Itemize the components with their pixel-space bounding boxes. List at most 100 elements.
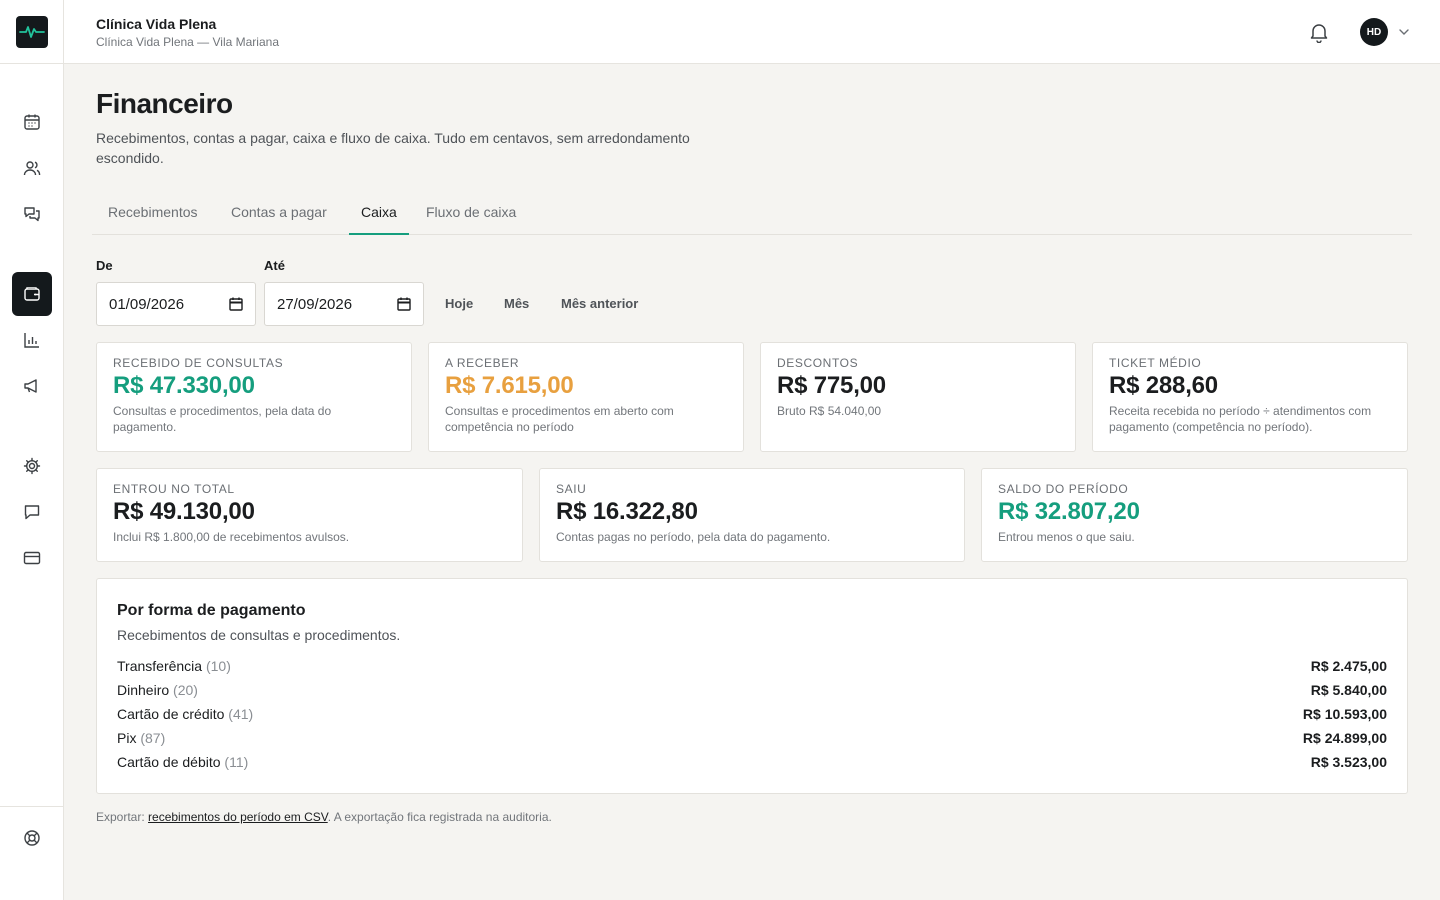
bell-icon[interactable] xyxy=(1308,21,1330,43)
calendar-picker-icon[interactable] xyxy=(229,297,243,311)
list-item: Transferência (10) R$ 2.475,00 xyxy=(117,658,1387,680)
payment-method-name: Cartão de crédito xyxy=(117,706,225,722)
users-icon xyxy=(23,161,41,176)
kpi-label: Recebido de consultas xyxy=(113,356,284,370)
logo[interactable] xyxy=(16,16,48,48)
kpi-value: R$ 32.807,20 xyxy=(998,498,1140,525)
quick-previous-month-button[interactable]: Mês anterior xyxy=(561,296,638,311)
kpi-label: Descontos xyxy=(777,356,859,370)
nav-settings[interactable] xyxy=(12,446,52,486)
payment-method-name: Pix xyxy=(117,730,137,746)
avatar[interactable]: HD xyxy=(1360,18,1388,46)
calendar-picker-icon[interactable] xyxy=(397,297,411,311)
payment-method-count: (87) xyxy=(140,730,166,746)
sidebar-divider-bottom xyxy=(0,806,64,807)
sidebar xyxy=(0,0,64,900)
payment-method-count: (11) xyxy=(224,754,249,770)
kpi-value: R$ 775,00 xyxy=(777,372,886,399)
wallet-icon xyxy=(24,287,40,301)
kpi-value: R$ 7.615,00 xyxy=(445,372,574,399)
clinic-name: Clínica Vida Plena xyxy=(96,16,217,32)
kpi-value: R$ 16.322,80 xyxy=(556,498,698,525)
payment-method-count: (41) xyxy=(228,706,254,722)
chat-bubbles-icon xyxy=(24,207,40,222)
sidebar-divider xyxy=(0,63,64,64)
kpi-card-descontos: Descontos R$ 775,00 Bruto R$ 54.040,00 xyxy=(760,342,1076,452)
kpi-card-saiu: Saiu R$ 16.322,80 Contas pagas no períod… xyxy=(539,468,965,562)
gear-icon xyxy=(23,457,41,475)
nav-reports[interactable] xyxy=(12,320,52,360)
quick-month-button[interactable]: Mês xyxy=(504,296,529,311)
export-csv-link[interactable]: recebimentos do período em CSV xyxy=(148,810,328,824)
nav-agenda[interactable] xyxy=(12,102,52,142)
export-note: Exportar: recebimentos do período em CSV… xyxy=(96,810,552,824)
tab-fluxo-de-caixa[interactable]: Fluxo de caixa xyxy=(414,194,528,234)
kpi-label: Entrou no total xyxy=(113,482,235,496)
kpi-label: Saldo do período xyxy=(998,482,1129,496)
kpi-card-saldo: Saldo do período R$ 32.807,20 Entrou men… xyxy=(981,468,1408,562)
list-item: Dinheiro (20) R$ 5.840,00 xyxy=(117,682,1387,704)
kpi-label: A receber xyxy=(445,356,520,370)
from-date-input[interactable]: 01/09/2026 xyxy=(96,282,256,326)
credit-card-icon xyxy=(23,551,41,565)
tab-caixa[interactable]: Caixa xyxy=(349,194,409,235)
payment-methods-title: Por forma de pagamento xyxy=(117,602,306,619)
kpi-value: R$ 288,60 xyxy=(1109,372,1218,399)
kpi-note: Receita recebida no período ÷ atendiment… xyxy=(1109,404,1372,434)
heartbeat-icon xyxy=(19,26,45,38)
nav-patients[interactable] xyxy=(12,148,52,188)
kpi-label: Ticket médio xyxy=(1109,356,1202,370)
kpi-value: R$ 47.330,00 xyxy=(113,372,255,399)
payment-method-amount: R$ 2.475,00 xyxy=(1310,658,1387,674)
list-item: Cartão de crédito (41) R$ 10.593,00 xyxy=(117,706,1387,728)
megaphone-icon xyxy=(24,379,37,393)
tab-bar: Recebimentos Contas a pagar Caixa Fluxo … xyxy=(92,194,1412,235)
tab-recebimentos[interactable]: Recebimentos xyxy=(96,194,210,234)
lifebuoy-icon xyxy=(24,830,40,846)
kpi-card-a-receber: A receber R$ 7.615,00 Consultas e proced… xyxy=(428,342,744,452)
nav-help[interactable] xyxy=(12,818,52,858)
kpi-note: Consultas e procedimentos em aberto com … xyxy=(445,404,674,434)
payment-method-amount: R$ 24.899,00 xyxy=(1302,730,1387,746)
nav-conversations[interactable] xyxy=(12,194,52,234)
to-label: Até xyxy=(264,258,285,273)
kpi-label: Saiu xyxy=(556,482,587,496)
page-description: Recebimentos, contas a pagar, caixa e fl… xyxy=(96,130,690,166)
list-item: Cartão de débito (11) R$ 3.523,00 xyxy=(117,754,1387,776)
kpi-note: Bruto R$ 54.040,00 xyxy=(777,404,882,418)
to-date-input[interactable]: 27/09/2026 xyxy=(264,282,424,326)
calendar-icon xyxy=(24,114,40,130)
payment-method-name: Dinheiro xyxy=(117,682,170,698)
payment-method-count: (20) xyxy=(173,682,198,698)
kpi-note: Entrou menos o que saiu. xyxy=(998,530,1135,544)
export-prefix: Exportar: xyxy=(96,810,149,824)
kpi-value: R$ 49.130,00 xyxy=(113,498,255,525)
quick-today-button[interactable]: Hoje xyxy=(445,296,473,311)
export-suffix: . A exportação fica registrada na audito… xyxy=(327,810,552,824)
payment-method-name: Transferência xyxy=(117,658,203,674)
message-icon xyxy=(24,505,40,520)
topbar: Clínica Vida Plena Clínica Vida Plena — … xyxy=(64,0,1440,64)
payment-method-amount: R$ 3.523,00 xyxy=(1310,754,1387,770)
nav-financeiro[interactable] xyxy=(12,272,52,316)
from-label: De xyxy=(96,258,113,273)
page-title: Financeiro xyxy=(96,88,233,119)
nav-marketing[interactable] xyxy=(12,366,52,406)
nav-messages[interactable] xyxy=(12,492,52,532)
payment-methods-card: Por forma de pagamento Recebimentos de c… xyxy=(96,578,1408,794)
payment-method-amount: R$ 10.593,00 xyxy=(1302,706,1387,722)
to-date-value: 27/09/2026 xyxy=(277,295,353,313)
kpi-card-entrou: Entrou no total R$ 49.130,00 Inclui R$ 1… xyxy=(96,468,523,562)
payment-methods-subtitle: Recebimentos de consultas e procedimento… xyxy=(117,627,401,643)
nav-billing[interactable] xyxy=(12,538,52,578)
bar-chart-icon xyxy=(24,333,39,348)
payment-method-name: Cartão de débito xyxy=(117,754,221,770)
clinic-location: Clínica Vida Plena — Vila Mariana xyxy=(96,35,279,49)
list-item: Pix (87) R$ 24.899,00 xyxy=(117,730,1387,752)
chevron-down-icon[interactable] xyxy=(1397,25,1411,39)
kpi-note: Contas pagas no período, pela data do pa… xyxy=(556,530,831,544)
from-date-value: 01/09/2026 xyxy=(109,295,185,313)
tab-contas-a-pagar[interactable]: Contas a pagar xyxy=(219,194,339,234)
payment-method-amount: R$ 5.840,00 xyxy=(1310,682,1387,698)
